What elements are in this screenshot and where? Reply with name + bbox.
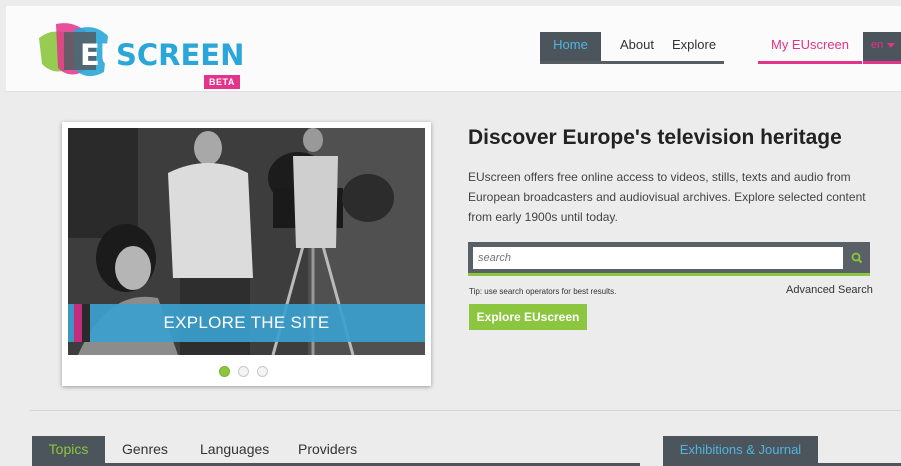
my-euscreen-link[interactable]: My EUscreen	[758, 32, 862, 64]
tab-languages[interactable]: Languages	[200, 436, 269, 463]
site-header: EU SCREEN BETA Home About Explore My EUs…	[6, 6, 901, 92]
intro-text: EUscreen offers free online access to vi…	[468, 170, 866, 224]
main-nav: Home About Explore	[540, 32, 724, 64]
nav-explore[interactable]: Explore	[672, 32, 716, 61]
search-icon	[851, 252, 863, 264]
logo-screen-text: SCREEN	[116, 38, 245, 72]
nav-about[interactable]: About	[620, 32, 654, 61]
euscreen-logo[interactable]: EU SCREEN BETA	[34, 18, 245, 89]
intro-title: Discover Europe's television heritage	[468, 126, 842, 149]
tab-genres[interactable]: Genres	[122, 436, 168, 463]
advanced-search-link[interactable]: Advanced Search	[786, 284, 873, 296]
chevron-down-icon	[887, 42, 896, 48]
explore-site-label: EXPLORE THE SITE	[163, 313, 330, 332]
language-value: en	[871, 39, 884, 51]
explore-site-banner[interactable]: EXPLORE THE SITE	[68, 304, 425, 342]
carousel: EXPLORE THE SITE	[62, 122, 431, 386]
search-bar	[468, 242, 870, 276]
nav-home[interactable]: Home	[540, 32, 601, 61]
explore-euscreen-button[interactable]: Explore EUscreen	[469, 304, 587, 330]
language-select[interactable]: en	[863, 32, 901, 64]
carousel-dot-2[interactable]	[238, 366, 249, 377]
search-input[interactable]	[473, 247, 843, 269]
section-divider	[30, 410, 901, 411]
search-tip: Tip: use search operators for best resul…	[469, 287, 617, 296]
tab-providers[interactable]: Providers	[298, 436, 357, 463]
tab-exhibitions-journal[interactable]: Exhibitions & Journal	[663, 436, 818, 466]
browse-tabs: Topics Genres Languages Providers	[32, 436, 640, 466]
search-button[interactable]	[844, 242, 870, 273]
carousel-dot-3[interactable]	[257, 366, 268, 377]
beta-badge: BETA	[204, 75, 240, 89]
tab-topics[interactable]: Topics	[32, 436, 105, 463]
carousel-dot-1[interactable]	[219, 366, 230, 377]
